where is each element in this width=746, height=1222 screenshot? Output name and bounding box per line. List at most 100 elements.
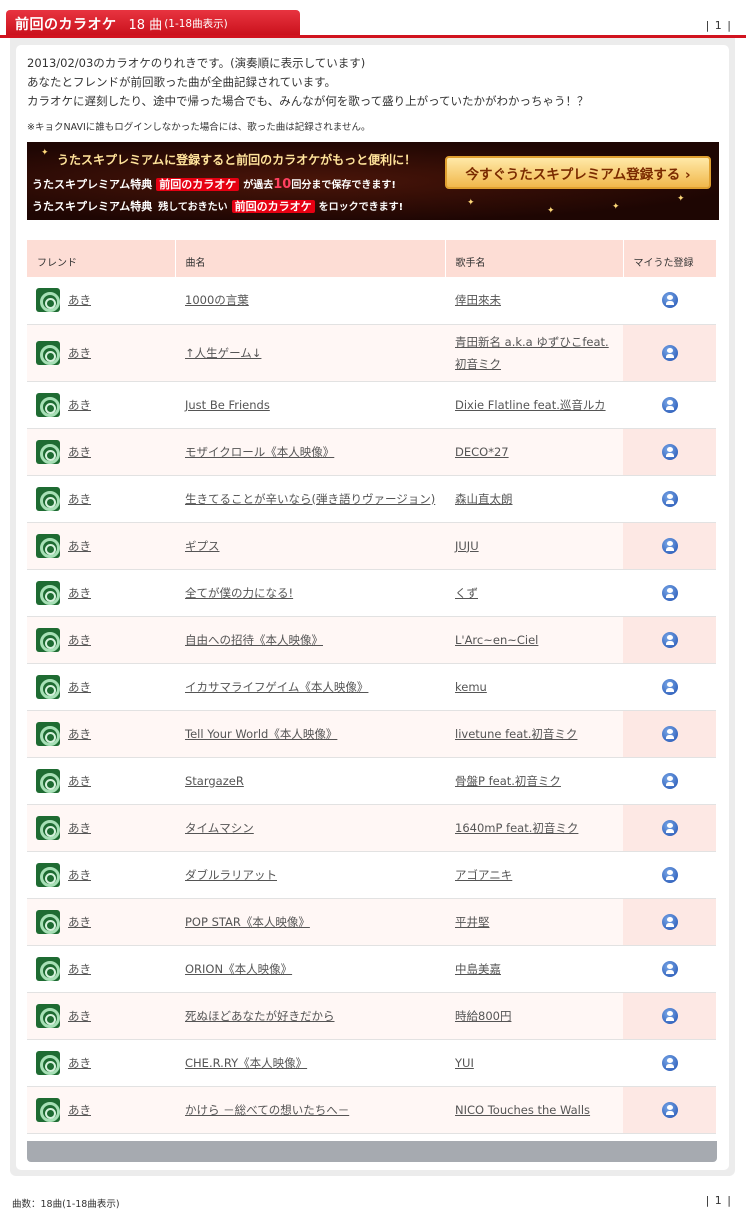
friend-avatar-icon[interactable] <box>36 1003 60 1028</box>
song-title-link[interactable]: CHE.R.RY《本人映像》 <box>185 1056 307 1070</box>
friend-avatar-icon[interactable] <box>36 627 60 652</box>
artist-name-link[interactable]: NICO Touches the Walls <box>455 1103 590 1117</box>
friend-avatar-icon[interactable] <box>36 486 60 511</box>
artist-name-link[interactable]: kemu <box>455 680 487 694</box>
friend-name-link[interactable]: あき <box>68 293 91 307</box>
friend-avatar-icon[interactable] <box>36 815 60 840</box>
song-title-link[interactable]: StargazeR <box>185 774 244 788</box>
friend-name-link[interactable]: あき <box>68 492 91 506</box>
friend-name-link[interactable]: あき <box>68 398 91 412</box>
friend-avatar-icon[interactable] <box>36 674 60 699</box>
my-song-register-icon[interactable] <box>661 396 678 413</box>
song-title-link[interactable]: ↑人生ゲーム↓ <box>185 346 261 360</box>
friend-name-link[interactable]: あき <box>68 868 91 882</box>
friend-avatar-icon[interactable] <box>36 288 60 313</box>
friend-name-link[interactable]: あき <box>68 915 91 929</box>
friend-avatar-icon[interactable] <box>36 909 60 934</box>
friend-avatar-icon[interactable] <box>36 340 60 365</box>
song-title-link[interactable]: かけら －総べての想いたちへ－ <box>185 1103 349 1117</box>
song-title-link[interactable]: 生きてることが辛いなら(弾き語りヴァージョン) <box>185 492 435 506</box>
artist-name-link[interactable]: アゴアニキ <box>455 868 512 882</box>
my-song-register-icon[interactable] <box>661 490 678 507</box>
friend-name-link[interactable]: あき <box>68 633 91 647</box>
premium-banner[interactable]: ✦ ✦ ✦ ✦ ✦ うたスキプレミアムに登録すると前回のカラオケがもっと便利に！… <box>27 142 719 220</box>
friend-name-link[interactable]: あき <box>68 539 91 553</box>
friend-avatar-icon[interactable] <box>36 721 60 746</box>
my-song-register-icon[interactable] <box>661 1101 678 1118</box>
my-song-register-icon[interactable] <box>661 344 678 361</box>
friend-name-link[interactable]: あき <box>68 445 91 459</box>
friend-name-link[interactable]: あき <box>68 774 91 788</box>
friend-avatar-icon[interactable] <box>36 1097 60 1122</box>
friend-avatar-icon[interactable] <box>36 862 60 887</box>
my-song-register-icon[interactable] <box>661 537 678 554</box>
premium-register-button[interactable]: 今すぐうたスキプレミアム登録する › <box>445 156 711 189</box>
artist-name-link[interactable]: 時給800円 <box>455 1009 511 1023</box>
friend-avatar-icon[interactable] <box>36 1050 60 1075</box>
my-song-register-icon[interactable] <box>661 725 678 742</box>
my-song-register-icon[interactable] <box>661 678 678 695</box>
artist-name-link[interactable]: YUI <box>455 1056 474 1070</box>
song-title-link[interactable]: 1000の言葉 <box>185 293 249 307</box>
artist-name-link[interactable]: 1640mP feat.初音ミク <box>455 821 578 835</box>
my-song-register-icon[interactable] <box>661 292 678 309</box>
friend-name-link[interactable]: あき <box>68 1009 91 1023</box>
my-song-register-icon[interactable] <box>661 819 678 836</box>
friend-avatar-icon[interactable] <box>36 533 60 558</box>
artist-name-link[interactable]: 森山直太朗 <box>455 492 513 506</box>
my-song-register-icon[interactable] <box>661 913 678 930</box>
pager-top[interactable]: | 1 | <box>706 19 732 32</box>
my-song-register-icon[interactable] <box>661 772 678 789</box>
song-range: (1-18曲表示) <box>164 18 228 30</box>
register-cell <box>623 757 716 805</box>
artist-name-link[interactable]: 倖田來未 <box>455 293 501 307</box>
artist-name-link[interactable]: くず <box>455 586 478 600</box>
song-title-link[interactable]: モザイクロール《本人映像》 <box>185 445 334 459</box>
friend-name-link[interactable]: あき <box>68 727 91 741</box>
table-row: あき かけら －総べての想いたちへ－ NICO Touches the Walls <box>27 1086 716 1134</box>
song-title-link[interactable]: タイムマシン <box>185 821 254 835</box>
song-title-link[interactable]: イカサマライフゲイム《本人映像》 <box>185 680 368 694</box>
my-song-register-icon[interactable] <box>661 584 678 601</box>
friend-name-link[interactable]: あき <box>68 586 91 600</box>
friend-avatar-icon[interactable] <box>36 392 60 417</box>
friend-name-link[interactable]: あき <box>68 821 91 835</box>
artist-name-link[interactable]: livetune feat.初音ミク <box>455 727 577 741</box>
my-song-register-icon[interactable] <box>661 866 678 883</box>
my-song-register-icon[interactable] <box>661 631 678 648</box>
friend-name-link[interactable]: あき <box>68 1103 91 1117</box>
friend-avatar-icon[interactable] <box>36 956 60 981</box>
my-song-register-icon[interactable] <box>661 1007 678 1024</box>
song-title-link[interactable]: 全てが僕の力になる! <box>185 586 293 600</box>
friend-name-link[interactable]: あき <box>68 962 91 976</box>
friend-avatar-icon[interactable] <box>36 439 60 464</box>
my-song-register-icon[interactable] <box>661 443 678 460</box>
friend-avatar-icon[interactable] <box>36 580 60 605</box>
artist-name-link[interactable]: 中島美嘉 <box>455 962 501 976</box>
song-title-link[interactable]: 自由への招待《本人映像》 <box>185 633 323 647</box>
friend-name-link[interactable]: あき <box>68 1056 91 1070</box>
artist-name-link[interactable]: DECO*27 <box>455 445 509 459</box>
artist-name-link[interactable]: 青田新名 a.k.a ゆずひこfeat.初音ミク <box>455 335 609 371</box>
song-title-link[interactable]: ギプス <box>185 539 220 553</box>
pager-bottom[interactable]: | 1 | <box>706 1194 732 1207</box>
artist-cell: DECO*27 <box>445 428 623 476</box>
my-song-register-icon[interactable] <box>661 960 678 977</box>
sparkle-icon: ✦ <box>677 194 685 204</box>
artist-name-link[interactable]: JUJU <box>455 539 479 553</box>
table-row: あき StargazeR 骨盤P feat.初音ミク <box>27 757 716 805</box>
song-title-link[interactable]: Just Be Friends <box>185 398 270 412</box>
artist-name-link[interactable]: L'Arc~en~Ciel <box>455 633 538 647</box>
song-title-link[interactable]: ORION《本人映像》 <box>185 962 292 976</box>
song-title-link[interactable]: POP STAR《本人映像》 <box>185 915 310 929</box>
my-song-register-icon[interactable] <box>661 1054 678 1071</box>
artist-name-link[interactable]: Dixie Flatline feat.巡音ルカ <box>455 398 606 412</box>
friend-name-link[interactable]: あき <box>68 346 91 360</box>
artist-name-link[interactable]: 平井堅 <box>455 915 490 929</box>
friend-avatar-icon[interactable] <box>36 768 60 793</box>
artist-name-link[interactable]: 骨盤P feat.初音ミク <box>455 774 561 788</box>
song-title-link[interactable]: ダブルラリアット <box>185 868 277 882</box>
friend-name-link[interactable]: あき <box>68 680 91 694</box>
song-title-link[interactable]: Tell Your World《本人映像》 <box>185 727 337 741</box>
song-title-link[interactable]: 死ぬほどあなたが好きだから <box>185 1009 335 1023</box>
